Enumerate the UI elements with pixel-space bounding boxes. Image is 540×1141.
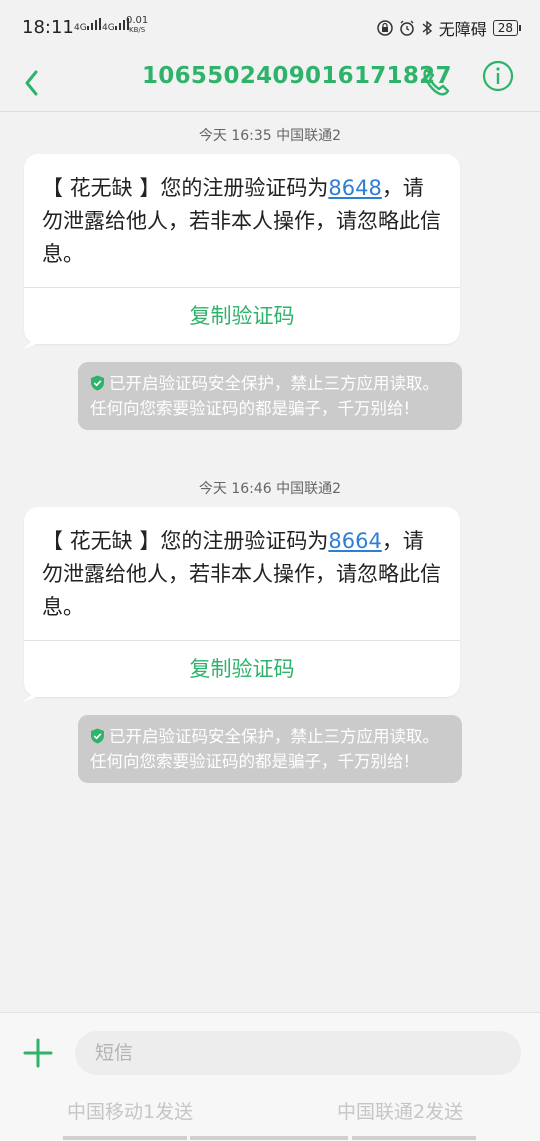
message-input[interactable] xyxy=(75,1031,521,1075)
call-button[interactable] xyxy=(418,62,454,102)
back-button[interactable] xyxy=(18,62,48,102)
attach-button[interactable] xyxy=(22,1037,54,1069)
compose-bar: 中国移动1发送 中国联通2发送 xyxy=(0,1012,540,1141)
send-sim2-button[interactable]: 中国联通2发送 xyxy=(337,1097,463,1124)
security-notice: 已开启验证码安全保护，禁止三方应用读取。任何向您索要验证码的都是骗子，千万别给! xyxy=(78,715,462,783)
signal-icon-sim1: 4G xyxy=(74,18,101,33)
copy-code-button[interactable]: 复制验证码 xyxy=(24,287,460,344)
verification-code-link[interactable]: 8664 xyxy=(328,529,381,553)
alarm-icon xyxy=(399,20,414,36)
message-bubble[interactable]: 【 花无缺 】您的注册验证码为8648，请勿泄露给他人，若非本人操作，请忽略此信… xyxy=(22,154,460,350)
status-icons: 无障碍 28 xyxy=(376,16,522,40)
message-timestamp: 今天 16:46 中国联通2 xyxy=(198,481,342,497)
message-text: 【 花无缺 】您的注册验证码为8664，请勿泄露给他人，若非本人操作，请忽略此信… xyxy=(42,529,441,619)
nav-bar-segment xyxy=(63,1136,187,1140)
status-bar: 18:11 4G 4G 0.01 KB/S 无障碍 28 xyxy=(0,0,540,54)
message-text: 【 花无缺 】您的注册验证码为8648，请勿泄露给他人，若非本人操作，请忽略此信… xyxy=(42,176,441,266)
info-icon xyxy=(482,60,514,92)
shield-check-icon xyxy=(91,375,104,391)
phone-icon xyxy=(423,68,450,96)
message-timestamp: 今天 16:35 中国联通2 xyxy=(198,128,342,144)
nav-bar-segment xyxy=(190,1136,348,1140)
accessibility-label: 无障碍 xyxy=(438,20,487,39)
security-notice: 已开启验证码安全保护，禁止三方应用读取。任何向您索要验证码的都是骗子，千万别给! xyxy=(78,362,462,430)
message-bubble[interactable]: 【 花无缺 】您的注册验证码为8664，请勿泄露给他人，若非本人操作，请忽略此信… xyxy=(22,507,460,703)
bluetooth-icon xyxy=(422,20,432,36)
back-arrow-icon xyxy=(25,70,38,96)
plus-icon xyxy=(23,1038,53,1068)
network-speed: 0.01 KB/S xyxy=(126,15,149,35)
send-sim1-button[interactable]: 中国移动1发送 xyxy=(67,1097,193,1124)
status-time: 18:11 xyxy=(22,17,74,38)
verification-code-link[interactable]: 8648 xyxy=(328,176,381,200)
battery-icon: 28 xyxy=(492,20,522,36)
signal-icon-sim2: 4G xyxy=(102,18,129,33)
nav-bar-segment xyxy=(352,1136,476,1140)
info-button[interactable] xyxy=(482,60,514,92)
shield-check-icon xyxy=(91,728,104,744)
page-title: 1065502409016171827 xyxy=(142,63,452,89)
lock-rotation-icon xyxy=(376,20,393,36)
conversation-header: 1065502409016171827 xyxy=(0,54,540,112)
copy-code-button[interactable]: 复制验证码 xyxy=(24,640,460,697)
